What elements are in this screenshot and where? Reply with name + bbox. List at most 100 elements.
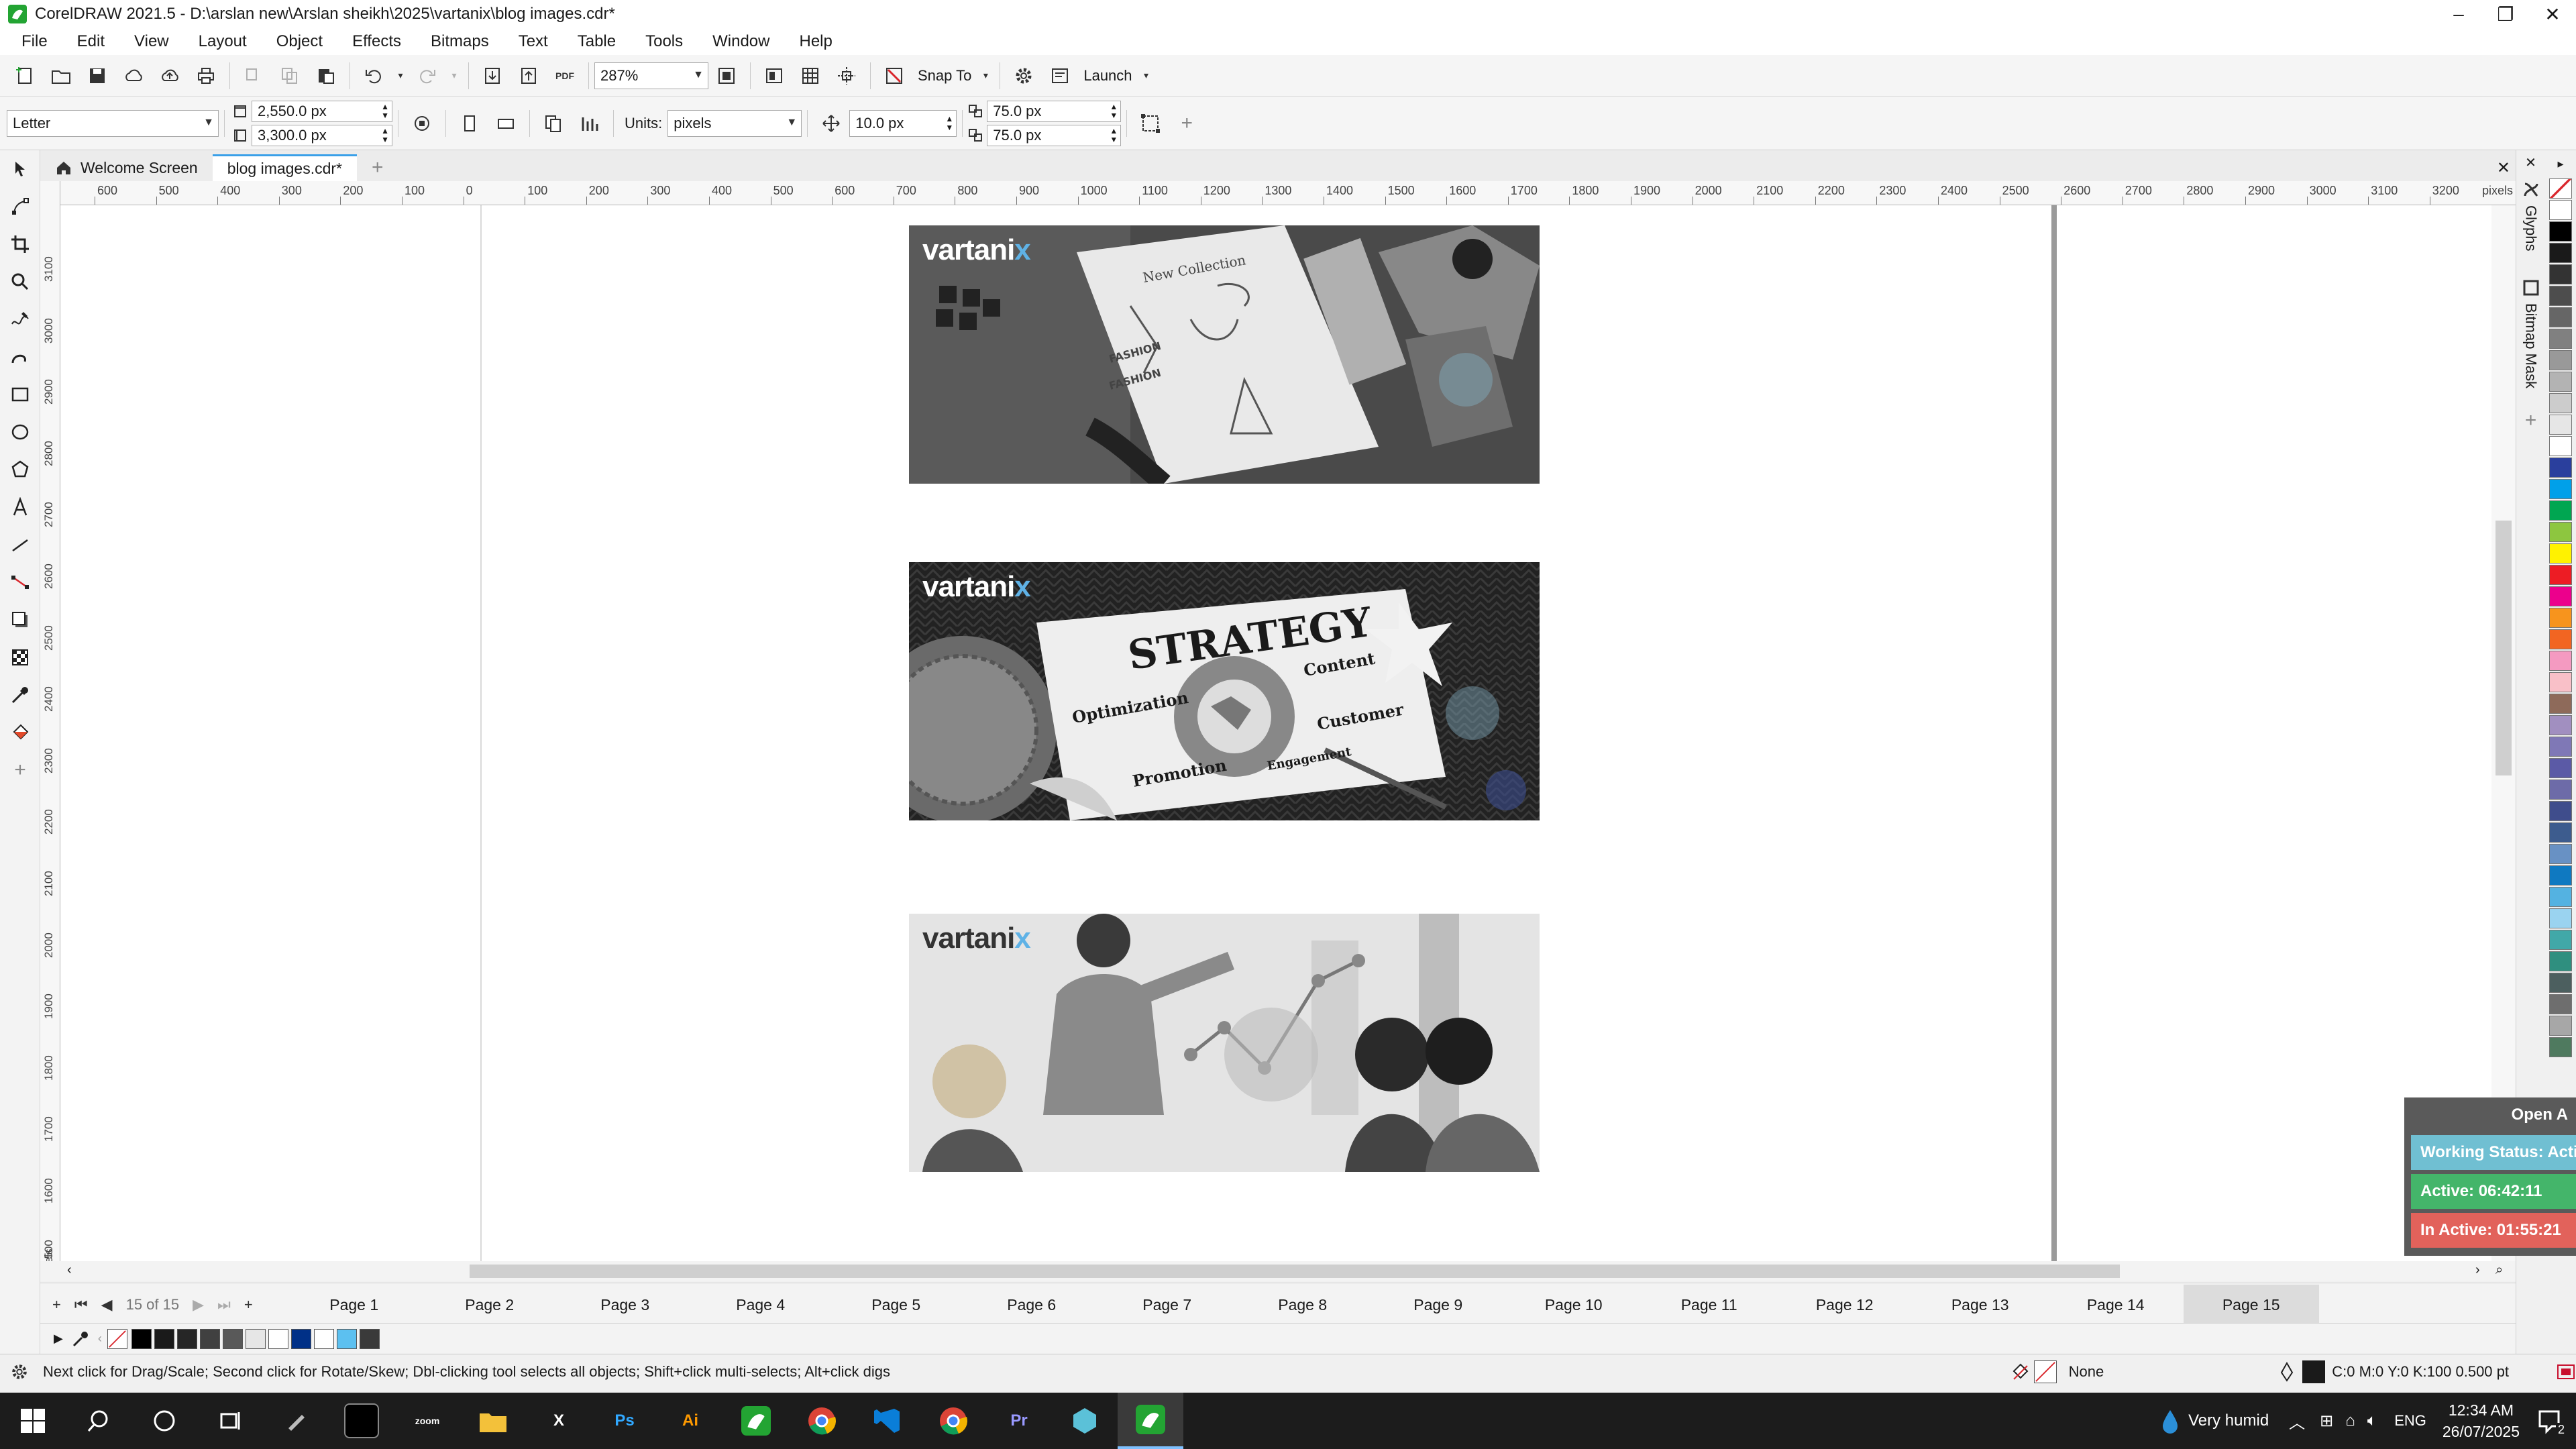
color-swatch[interactable]	[2549, 865, 2572, 885]
menu-edit[interactable]: Edit	[62, 28, 119, 55]
new-document-icon[interactable]	[10, 61, 40, 91]
zoom-level-combo[interactable]: 287% ▼	[594, 62, 708, 89]
notification-center-button[interactable]: 2	[2536, 1407, 2567, 1437]
launch-dropdown-icon[interactable]: ▾	[1141, 61, 1152, 91]
color-swatch[interactable]	[2549, 1016, 2572, 1036]
page-width-input[interactable]: 2,550.0 px ▲ ▼	[252, 100, 392, 122]
palette-scroll-up-icon[interactable]: ▸	[2545, 150, 2576, 177]
docker-tab-glyphs[interactable]: Glyphs	[2516, 174, 2545, 251]
shape-tool-icon[interactable]	[0, 188, 40, 225]
blog-image-team[interactable]: vartanix	[909, 914, 1540, 1172]
pick-tool-icon[interactable]	[0, 150, 40, 188]
cortana-button[interactable]	[131, 1393, 197, 1449]
add-tool-icon[interactable]: +	[0, 751, 40, 789]
color-swatch[interactable]	[2549, 393, 2572, 413]
palette-scroll-left-icon[interactable]: ‹	[98, 1332, 102, 1346]
page-tab[interactable]: Page 1	[286, 1285, 422, 1325]
zoom-to-page-icon[interactable]	[712, 61, 741, 91]
color-swatch[interactable]	[2549, 286, 2572, 306]
taskbar-app-coreldraw-2[interactable]	[1118, 1393, 1183, 1449]
color-swatch[interactable]	[2549, 672, 2572, 692]
menu-text[interactable]: Text	[504, 28, 563, 55]
eyedropper-icon[interactable]	[71, 1330, 90, 1348]
page-tab[interactable]: Page 5	[828, 1285, 964, 1325]
color-swatch[interactable]	[2549, 758, 2572, 778]
previous-page-icon[interactable]: ◀	[95, 1296, 119, 1313]
color-swatch[interactable]	[2549, 350, 2572, 370]
show-grid-icon[interactable]	[796, 61, 825, 91]
color-swatch[interactable]	[2549, 329, 2572, 349]
document-color-swatch[interactable]	[222, 1328, 243, 1349]
menu-bitmaps[interactable]: Bitmaps	[416, 28, 504, 55]
page-tab[interactable]: Page 11	[1642, 1285, 1777, 1325]
menu-object[interactable]: Object	[262, 28, 337, 55]
no-color-swatch[interactable]	[107, 1328, 127, 1349]
tab-welcome-screen[interactable]: Welcome Screen	[40, 154, 213, 181]
treat-as-filled-icon[interactable]	[1136, 109, 1165, 138]
transparency-tool-icon[interactable]	[0, 639, 40, 676]
color-swatch[interactable]	[2549, 500, 2572, 521]
page-tab[interactable]: Page 13	[1913, 1285, 2048, 1325]
duplicate-y-input[interactable]: 75.0 px ▲ ▼	[987, 124, 1122, 146]
options-gear-icon[interactable]	[1009, 61, 1038, 91]
menu-table[interactable]: Table	[563, 28, 631, 55]
color-swatch[interactable]	[2549, 565, 2572, 585]
interactive-fill-tool-icon[interactable]	[0, 714, 40, 751]
color-swatch[interactable]	[2549, 694, 2572, 714]
no-color-swatch[interactable]	[2549, 178, 2572, 199]
color-swatch[interactable]	[2549, 930, 2572, 950]
duplicate-x-input[interactable]: 75.0 px ▲ ▼	[987, 100, 1122, 122]
page-height-input[interactable]: 3,300.0 px ▲ ▼	[252, 124, 392, 146]
document-color-swatch[interactable]	[199, 1328, 220, 1349]
fill-none-swatch[interactable]	[2033, 1360, 2057, 1383]
page-tab[interactable]: Page 6	[964, 1285, 1099, 1325]
print-icon[interactable]	[191, 61, 221, 91]
menu-window[interactable]: Window	[698, 28, 784, 55]
color-swatch[interactable]	[2549, 479, 2572, 499]
menu-view[interactable]: View	[119, 28, 184, 55]
color-swatch[interactable]	[2549, 737, 2572, 757]
menu-file[interactable]: File	[7, 28, 62, 55]
color-swatch[interactable]	[2549, 543, 2572, 564]
menu-tools[interactable]: Tools	[631, 28, 698, 55]
all-pages-size-icon[interactable]	[407, 109, 437, 138]
snap-to-dropdown-icon[interactable]: ▾	[980, 61, 991, 91]
document-color-swatch[interactable]	[176, 1328, 197, 1349]
color-swatch[interactable]	[2549, 200, 2572, 220]
menu-layout[interactable]: Layout	[184, 28, 262, 55]
status-gear-icon[interactable]	[9, 1362, 30, 1382]
parallel-dimension-tool-icon[interactable]	[0, 526, 40, 564]
task-view-button[interactable]	[197, 1393, 263, 1449]
document-color-swatch[interactable]	[313, 1328, 334, 1349]
color-swatch[interactable]	[2549, 908, 2572, 928]
paste-icon[interactable]	[311, 61, 341, 91]
document-color-swatch[interactable]	[336, 1328, 357, 1349]
page-tab[interactable]: Page 9	[1371, 1285, 1506, 1325]
outline-color-swatch[interactable]	[2302, 1360, 2326, 1383]
next-page-icon[interactable]: ▶	[186, 1296, 211, 1313]
redo-icon[interactable]	[413, 61, 442, 91]
show-hidden-icons[interactable]: ︿	[2289, 1409, 2305, 1433]
color-swatch[interactable]	[2549, 715, 2572, 735]
publish-pdf-icon[interactable]: PDF	[550, 61, 580, 91]
connector-tool-icon[interactable]	[0, 564, 40, 601]
open-folder-icon[interactable]	[46, 61, 76, 91]
color-swatch[interactable]	[2549, 436, 2572, 456]
horizontal-scroll-thumb[interactable]	[470, 1265, 2120, 1278]
first-page-icon[interactable]: ⏮	[68, 1296, 95, 1313]
taskbar-app-chrome-2[interactable]	[920, 1393, 986, 1449]
time-tracker-widget[interactable]: Open A Working Status: Acti Active: 06:4…	[2404, 1097, 2576, 1256]
taskbar-app-illustrator[interactable]: Ai	[657, 1393, 723, 1449]
cloud-save-icon[interactable]	[155, 61, 184, 91]
color-swatch[interactable]	[2549, 243, 2572, 263]
drawing-canvas[interactable]: New Collection FASHION FASHION vartanix …	[60, 205, 2516, 1279]
color-swatch[interactable]	[2549, 973, 2572, 993]
taskbar-app-zoom[interactable]: zoom	[394, 1393, 460, 1449]
color-proof-icon[interactable]	[2556, 1362, 2576, 1382]
copy-icon[interactable]	[275, 61, 305, 91]
document-color-swatch[interactable]	[131, 1328, 152, 1349]
color-swatch[interactable]	[2549, 372, 2572, 392]
color-swatch[interactable]	[2549, 951, 2572, 971]
page-tab[interactable]: Page 15	[2183, 1284, 2319, 1325]
language-indicator[interactable]: ENG	[2394, 1412, 2426, 1430]
